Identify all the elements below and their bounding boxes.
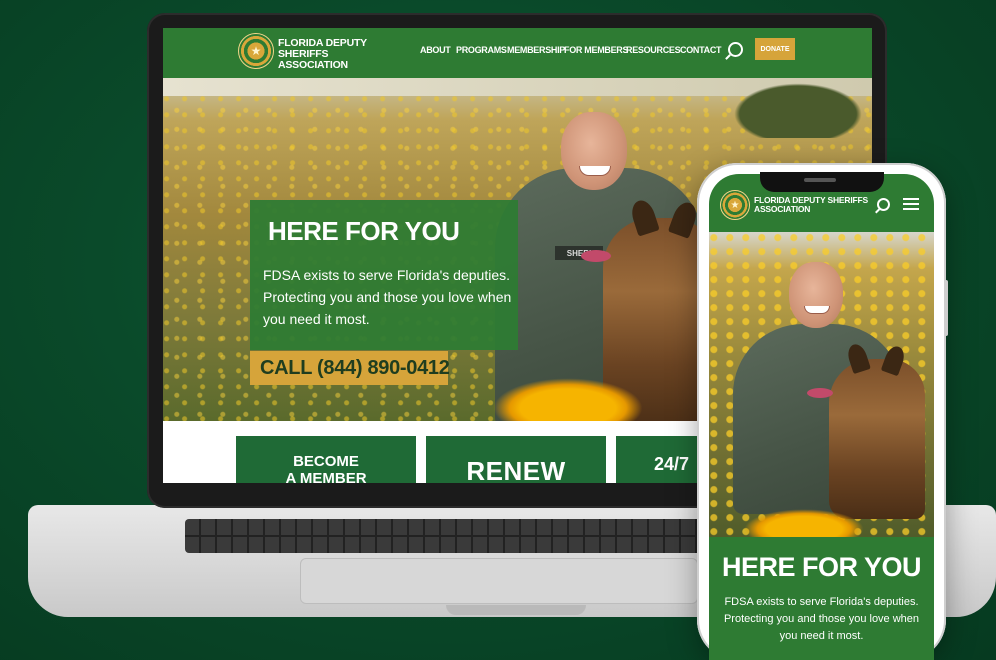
deputy-head	[561, 112, 627, 190]
hero-title: HERE FOR YOU	[268, 216, 460, 246]
become-member-tile[interactable]: BECOME A MEMBER	[236, 436, 416, 483]
tile-become-line-2: A MEMBER	[285, 470, 367, 483]
hero-tree	[723, 78, 872, 138]
phone-screen: ★ FLORIDA DEPUTY SHERIFFS ASSOCIATION HE…	[709, 174, 934, 660]
tile-become-line-1: BECOME	[293, 453, 359, 470]
dog-tongue	[581, 250, 611, 262]
badge-logo-icon[interactable]: ★	[720, 190, 750, 220]
badge-logo-icon[interactable]: ★	[238, 33, 274, 69]
phone-speaker	[804, 178, 836, 182]
mobile-logo-text[interactable]: FLORIDA DEPUTY SHERIFFS ASSOCIATION	[754, 196, 874, 214]
k9-dog	[829, 359, 925, 519]
nav-about[interactable]: ABOUT	[420, 45, 451, 55]
search-icon[interactable]	[728, 42, 743, 57]
search-icon[interactable]	[877, 198, 890, 211]
logo-line-2: ASSOCIATION	[278, 59, 348, 71]
deputy-smile	[579, 166, 611, 176]
phone-notch	[760, 172, 884, 192]
mobile-hero-description: FDSA exists to serve Florida's deputies.…	[723, 596, 920, 642]
deputy-head	[789, 262, 843, 328]
nav-contact[interactable]: CONTACT	[680, 45, 722, 55]
phone-side-button	[944, 280, 948, 336]
nav-for-members[interactable]: FOR MEMBERS	[564, 45, 629, 55]
deputy-smile	[804, 306, 830, 314]
laptop-notch	[446, 605, 586, 615]
hero-description: FDSA exists to serve Florida's deputies.…	[263, 267, 512, 327]
dog-tongue	[807, 388, 833, 398]
mobile-hero-title: HERE FOR YOU	[721, 552, 922, 582]
nav-membership[interactable]: MEMBERSHIP	[507, 45, 565, 55]
nav-resources[interactable]: RESOURCES	[626, 45, 681, 55]
hamburger-menu-icon[interactable]	[903, 198, 919, 210]
site-header: ★ FLORIDA DEPUTY SHERIFFS ASSOCIATION AB…	[163, 28, 872, 78]
site-logo-text[interactable]: FLORIDA DEPUTY SHERIFFS ASSOCIATION	[278, 38, 418, 71]
renew-tile[interactable]: RENEW	[426, 436, 606, 483]
mobile-logo-line-2: ASSOCIATION	[754, 204, 811, 214]
nav-programs[interactable]: PROGRAMS	[456, 45, 507, 55]
logo-line-1: FLORIDA DEPUTY SHERIFFS	[278, 37, 367, 60]
call-phone-button[interactable]: CALL (844) 890-0412	[250, 351, 450, 385]
laptop-trackpad	[300, 558, 698, 604]
donate-button[interactable]: DONATE	[755, 38, 795, 60]
